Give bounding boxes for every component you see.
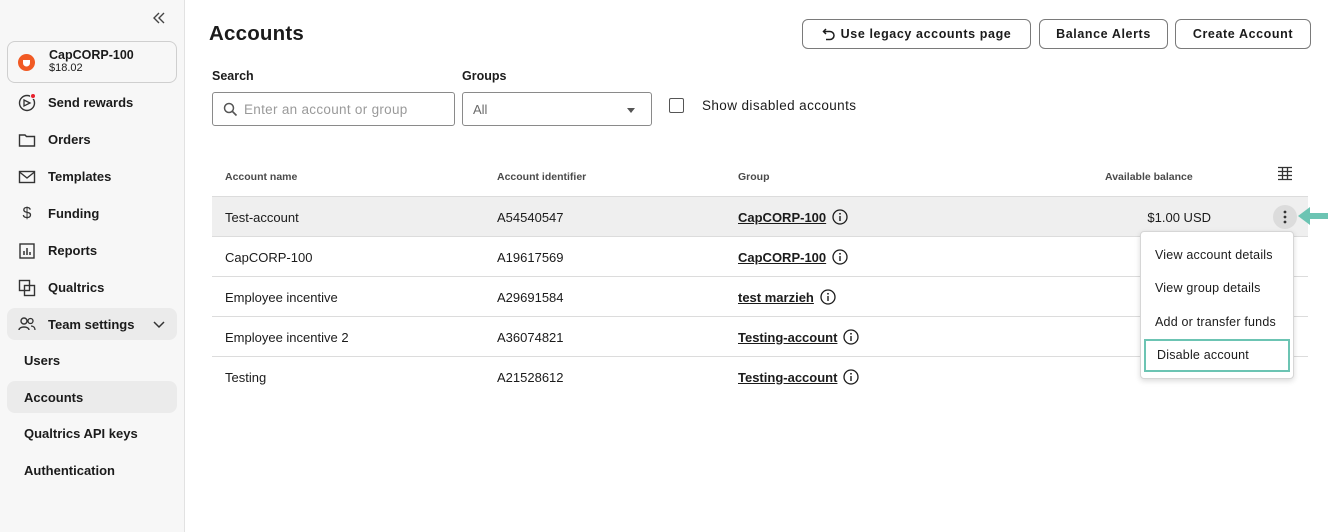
table-row[interactable]: Test-account A54540547 CapCORP-100 $1.00… [212, 196, 1308, 236]
info-icon[interactable] [820, 289, 836, 305]
account-name-cell: Test-account [225, 209, 299, 225]
dollar-icon: $ [22, 204, 32, 222]
group-link-label: Testing-account [738, 329, 838, 345]
group-link-label: Testing-account [738, 369, 838, 385]
account-identifier-cell: A36074821 [497, 329, 564, 345]
org-name: CapCORP-100 [49, 48, 134, 62]
org-balance: $18.02 [49, 62, 83, 74]
info-icon[interactable] [832, 209, 848, 225]
menu-item-disable-account[interactable]: Disable account [1144, 338, 1290, 372]
search-label: Search [212, 69, 254, 83]
sidebar-item-accounts[interactable]: Accounts [7, 381, 177, 413]
org-switcher[interactable]: CapCORP-100 $18.02 [7, 41, 177, 83]
create-account-button[interactable]: Create Account [1175, 19, 1311, 49]
collapse-sidebar-icon[interactable] [150, 9, 168, 27]
column-header-account-name: Account name [225, 171, 298, 183]
menu-item-add-transfer-funds[interactable]: Add or transfer funds [1141, 305, 1293, 339]
account-name-cell: CapCORP-100 [225, 249, 313, 265]
column-header-available-balance: Available balance [1105, 171, 1193, 183]
group-link[interactable]: Testing-account [738, 357, 860, 397]
show-disabled-checkbox[interactable] [669, 98, 684, 113]
account-identifier-cell: A19617569 [497, 249, 564, 265]
group-link-label: CapCORP-100 [738, 209, 827, 225]
sidebar-item-reports[interactable]: Reports [7, 232, 177, 269]
column-header-group: Group [738, 171, 770, 183]
account-name-cell: Testing [225, 369, 267, 385]
groups-selected-value: All [473, 101, 488, 117]
sidebar: CapCORP-100 $18.02 Send rewards Orders T… [0, 0, 185, 532]
account-name-cell: Employee incentive 2 [225, 329, 349, 345]
account-name-cell: Employee incentive [225, 289, 338, 305]
notification-dot [30, 93, 36, 99]
sidebar-item-label: Templates [48, 169, 112, 184]
group-link[interactable]: CapCORP-100 [738, 197, 848, 237]
groups-select[interactable]: All [462, 92, 652, 126]
sidebar-item-send-rewards[interactable]: Send rewards [7, 84, 177, 121]
menu-item-view-group-details[interactable]: View group details [1141, 272, 1293, 306]
balance-alerts-button[interactable]: Balance Alerts [1039, 19, 1168, 49]
column-header-account-identifier: Account identifier [497, 171, 587, 183]
team-icon [17, 314, 37, 334]
sidebar-item-label: Reports [48, 243, 98, 258]
mail-icon [17, 167, 37, 187]
sidebar-item-templates[interactable]: Templates [7, 158, 177, 195]
bar-chart-icon [17, 241, 37, 261]
search-field[interactable] [212, 92, 455, 126]
caret-down-icon [627, 108, 635, 113]
groups-label: Groups [462, 69, 507, 83]
sidebar-nav: Send rewards Orders Templates $ Funding … [7, 84, 177, 489]
group-link[interactable]: Testing-account [738, 317, 860, 357]
group-link-label: CapCORP-100 [738, 249, 827, 265]
sidebar-item-orders[interactable]: Orders [7, 121, 177, 158]
legacy-accounts-label: Use legacy accounts page [840, 27, 1012, 41]
info-icon[interactable] [832, 249, 848, 265]
org-logo-icon [18, 53, 35, 71]
account-identifier-cell: A29691584 [497, 289, 564, 305]
info-icon[interactable] [843, 329, 860, 345]
sidebar-item-team-settings[interactable]: Team settings [7, 308, 177, 340]
sidebar-item-qualtrics[interactable]: Qualtrics [7, 269, 177, 306]
sidebar-item-label: Orders [48, 132, 91, 147]
column-settings-icon[interactable] [1277, 166, 1293, 182]
account-identifier-cell: A54540547 [497, 209, 564, 225]
folder-icon [17, 130, 37, 150]
undo-icon [822, 27, 836, 41]
group-link-label: test marzieh [738, 289, 814, 305]
search-input[interactable] [244, 101, 444, 117]
sidebar-item-label: Qualtrics [48, 280, 105, 295]
qualtrics-icon [17, 278, 37, 298]
row-actions-menu: View account details View group details … [1140, 231, 1294, 379]
legacy-accounts-button[interactable]: Use legacy accounts page [802, 19, 1031, 49]
row-actions-menu-icon[interactable] [1273, 205, 1297, 229]
menu-item-view-account-details[interactable]: View account details [1141, 238, 1293, 272]
sidebar-item-label: Funding [48, 206, 100, 221]
sidebar-item-label: Team settings [48, 316, 135, 332]
search-icon [223, 102, 238, 117]
account-identifier-cell: A21528612 [497, 369, 564, 385]
page-title: Accounts [209, 22, 305, 45]
arrow-left-icon [1296, 204, 1328, 228]
sidebar-item-funding[interactable]: $ Funding [7, 195, 177, 232]
sidebar-item-label: Send rewards [48, 95, 134, 110]
sidebar-item-authentication[interactable]: Authentication [7, 452, 177, 489]
sidebar-item-users[interactable]: Users [7, 342, 177, 379]
group-link[interactable]: CapCORP-100 [738, 237, 848, 277]
sidebar-item-qualtrics-api-keys[interactable]: Qualtrics API keys [7, 415, 177, 452]
info-icon[interactable] [843, 369, 860, 385]
chevron-down-icon [153, 317, 165, 332]
show-disabled-label: Show disabled accounts [702, 98, 857, 113]
group-link[interactable]: test marzieh [738, 277, 836, 317]
